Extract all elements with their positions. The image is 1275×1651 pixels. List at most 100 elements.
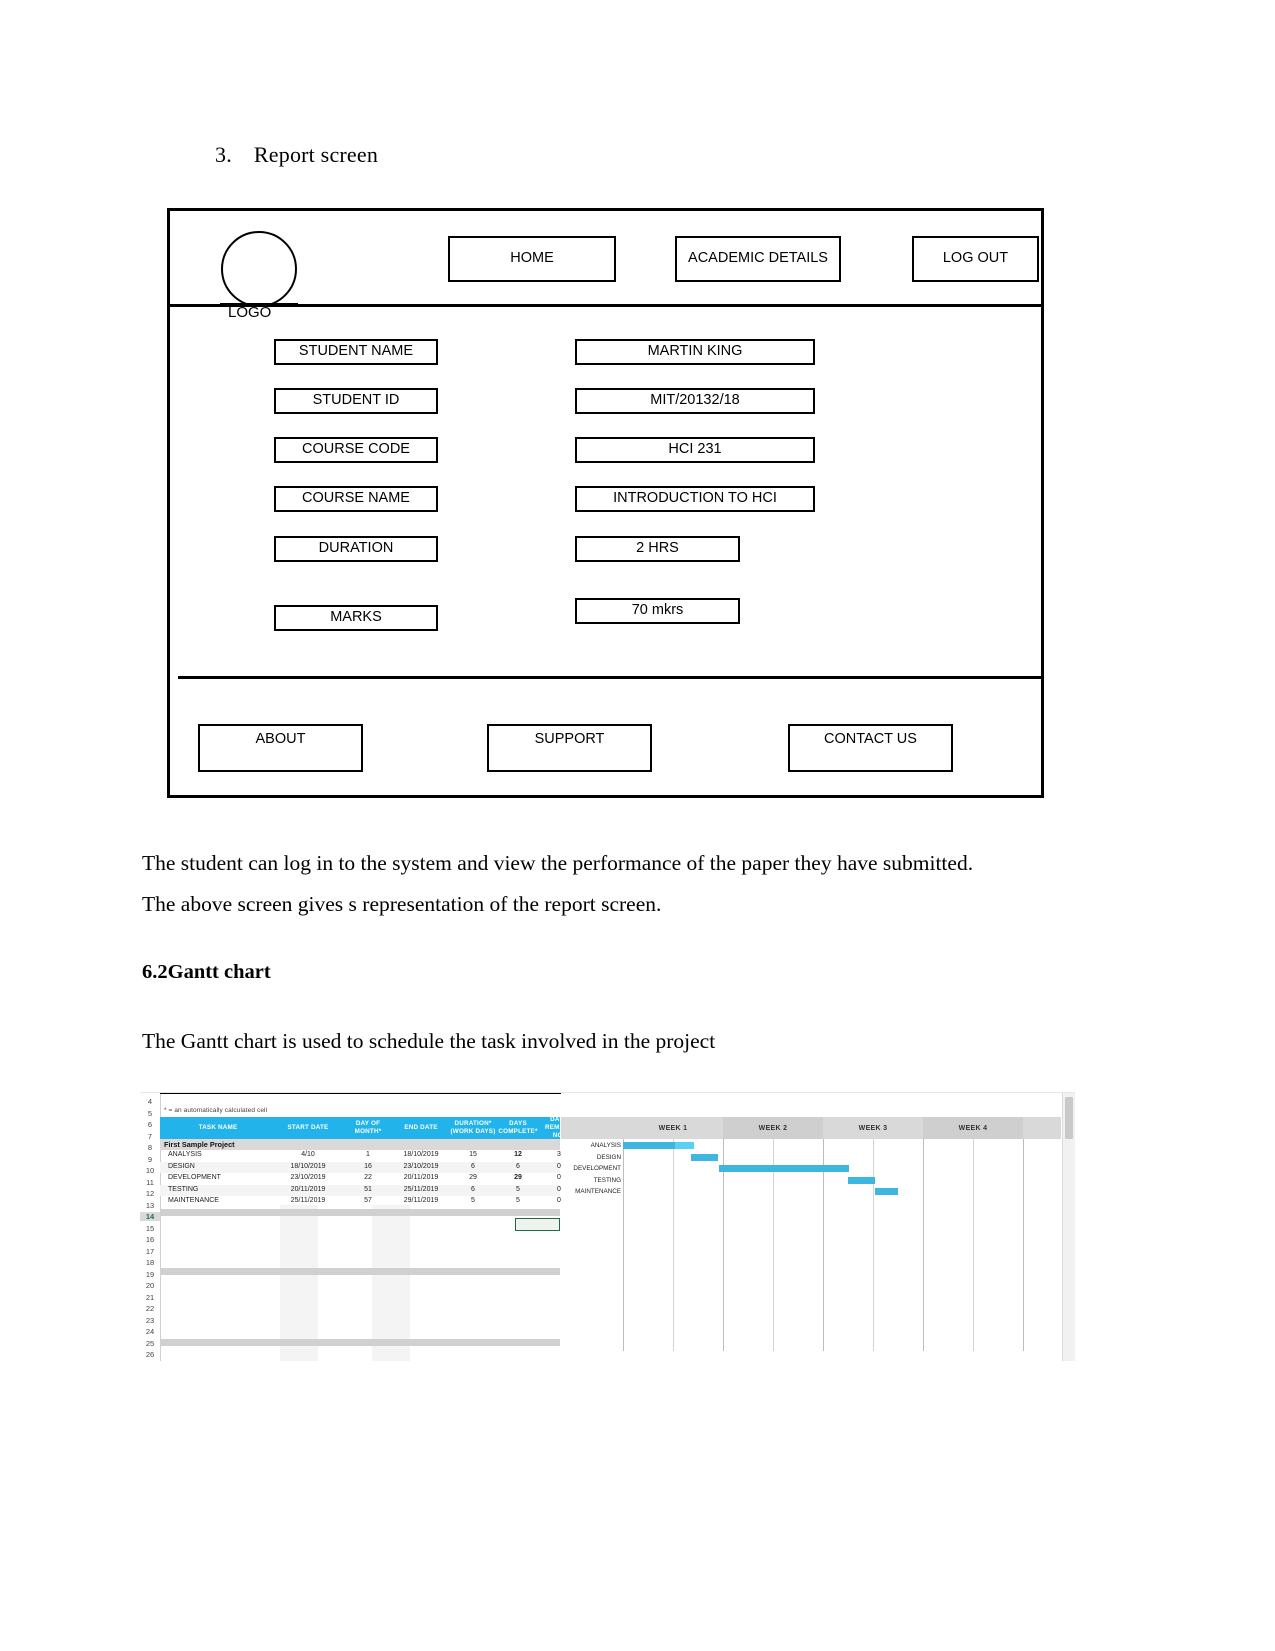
table-cell: 20/11/2019 <box>403 1174 439 1181</box>
row-number[interactable]: 6 <box>140 1120 160 1129</box>
row-number[interactable]: 19 <box>140 1270 160 1279</box>
column-header: DURATION* (WORK DAYS) <box>450 1120 496 1135</box>
row-number[interactable]: 7 <box>140 1132 160 1141</box>
table-cell: TESTING <box>168 1185 199 1193</box>
field-label-course-name: COURSE NAME <box>274 486 438 512</box>
row-number[interactable]: 24 <box>140 1327 160 1336</box>
table-cell: 23/10/2019 <box>290 1174 326 1181</box>
table-cell: 6 <box>471 1185 475 1193</box>
column-header: DAY OF MONTH* <box>354 1120 382 1135</box>
gantt-task-label: MAINTENANCE <box>575 1188 621 1195</box>
table-cell: 4/10 <box>301 1151 315 1158</box>
body-paragraph-2: The above screen gives s representation … <box>142 892 662 916</box>
table-row[interactable]: DESIGN 18/10/2019 16 23/10/2019 6 6 0 <box>160 1161 561 1173</box>
vertical-scrollbar[interactable] <box>1062 1093 1075 1361</box>
table-cell: 23/10/2019 <box>403 1162 439 1170</box>
row-number[interactable]: 17 <box>140 1247 160 1256</box>
row-number[interactable]: 14 <box>140 1212 160 1221</box>
gantt-gridline <box>973 1139 974 1351</box>
table-cell: 1 <box>366 1151 370 1158</box>
field-label-student-name: STUDENT NAME <box>274 339 438 365</box>
row-number[interactable]: 4 <box>140 1097 160 1106</box>
field-label-student-id: STUDENT ID <box>274 388 438 414</box>
row-number[interactable]: 11 <box>140 1178 160 1187</box>
gantt-bar <box>623 1142 694 1149</box>
table-row[interactable]: DEVELOPMENT 23/10/2019 22 20/11/2019 29 29 0 <box>160 1173 561 1185</box>
field-value-marks[interactable]: 70 mkrs <box>575 598 740 624</box>
report-screen-wireframe: LOGO HOME ACADEMIC DETAILS LOG OUT STUDE… <box>167 208 1044 798</box>
scrollbar-thumb[interactable] <box>1065 1097 1073 1139</box>
table-header-row: TASK NAME START DATE DAY OF MONTH* END DATE D… <box>160 1116 573 1139</box>
gantt-gridline <box>673 1139 674 1351</box>
table-cell: 25/11/2019 <box>403 1185 439 1193</box>
column-header: START DATE <box>287 1124 329 1132</box>
field-value-student-id[interactable]: MIT/20132/18 <box>575 388 815 414</box>
section-title: Report screen <box>253 142 379 167</box>
nav-log-out-button[interactable]: LOG OUT <box>912 236 1039 282</box>
table-row[interactable]: MAINTENANCE 25/11/2019 57 29/11/2019 5 5 0 <box>160 1196 561 1208</box>
nav-home-button[interactable]: HOME <box>448 236 616 282</box>
gantt-gridline <box>873 1139 874 1351</box>
table-cell: 18/10/2019 <box>290 1162 326 1170</box>
gantt-chart-pane: WEEK 1 WEEK 2 WEEK 3 WEEK 4 ANALYSIS DESIGN D… <box>561 1093 1075 1361</box>
row-number[interactable]: 25 <box>140 1339 160 1348</box>
row-number[interactable]: 15 <box>140 1224 160 1233</box>
gantt-bar-remaining <box>675 1142 694 1149</box>
gantt-plot-area <box>623 1139 1061 1351</box>
week-header: WEEK 3 <box>858 1124 888 1132</box>
gantt-spreadsheet-screenshot: 4 5 6 7 8 9 10 11 12 13 14 15 16 17 18 19 20 21 22 23 24 25 26… <box>140 1092 1075 1361</box>
document-page: 3. Report screen LOGO HOME ACADEMIC DETAI… <box>0 0 1275 1651</box>
row-number-gutter: 4 5 6 7 8 9 10 11 12 13 14 15 16 17 18 19 20 21 22 23 24 25 26 <box>140 1093 161 1361</box>
wireframe-footer: ABOUT SUPPORT CONTACT US <box>178 682 1041 795</box>
row-number[interactable]: 10 <box>140 1166 160 1175</box>
row-number[interactable]: 22 <box>140 1304 160 1313</box>
column-header: END DATE <box>404 1124 438 1132</box>
week-header: WEEK 1 <box>658 1124 688 1132</box>
row-number[interactable]: 16 <box>140 1235 160 1244</box>
row-number[interactable]: 5 <box>140 1109 160 1118</box>
heading-6-2-gantt-chart: 6.2Gantt chart <box>142 961 271 983</box>
row-number[interactable]: 18 <box>140 1258 160 1267</box>
table-cell: 29 <box>514 1174 522 1181</box>
table-cell: 5 <box>471 1197 475 1204</box>
row-number[interactable]: 12 <box>140 1189 160 1198</box>
row-number[interactable]: 13 <box>140 1201 160 1210</box>
row-number[interactable]: 20 <box>140 1281 160 1290</box>
field-value-course-name[interactable]: INTRODUCTION TO HCI <box>575 486 815 512</box>
table-row[interactable]: ANALYSIS 4/10 1 18/10/2019 15 12 3 <box>160 1150 561 1162</box>
table-cell: DESIGN <box>168 1162 195 1170</box>
footer-contact-us-button[interactable]: CONTACT US <box>788 724 953 772</box>
field-value-duration[interactable]: 2 HRS <box>575 536 740 562</box>
week-header-row: WEEK 1 WEEK 2 WEEK 3 WEEK 4 <box>561 1117 1061 1139</box>
field-value-course-code[interactable]: HCI 231 <box>575 437 815 463</box>
table-row[interactable]: TESTING 20/11/2019 51 25/11/2019 6 5 0 <box>160 1184 561 1196</box>
row-number[interactable]: 26 <box>140 1350 160 1359</box>
gantt-gridline <box>1023 1139 1024 1351</box>
row-number[interactable]: 8 <box>140 1143 160 1152</box>
row-number[interactable]: 9 <box>140 1155 160 1164</box>
selected-cell[interactable] <box>515 1218 560 1231</box>
footer-support-button[interactable]: SUPPORT <box>487 724 652 772</box>
table-cell: MAINTENANCE <box>168 1197 219 1204</box>
body-paragraph-1: The student can log in to the system and… <box>142 851 974 875</box>
gantt-gridline <box>623 1139 624 1351</box>
row-number[interactable]: 23 <box>140 1316 160 1325</box>
table-cell: 6 <box>471 1162 475 1170</box>
column-header: TASK NAME <box>198 1124 238 1132</box>
gantt-gridline <box>923 1139 924 1351</box>
project-title-row: First Sample Project <box>160 1139 560 1150</box>
table-cell: 29/11/2019 <box>403 1197 439 1204</box>
table-cell: 5 <box>516 1185 520 1193</box>
footer-about-button[interactable]: ABOUT <box>198 724 363 772</box>
table-cell: 29 <box>469 1174 477 1181</box>
nav-academic-details-button[interactable]: ACADEMIC DETAILS <box>675 236 841 282</box>
table-cell: 25/11/2019 <box>290 1197 326 1204</box>
gantt-bar <box>875 1188 898 1195</box>
row-number[interactable]: 21 <box>140 1293 160 1302</box>
gantt-task-label: TESTING <box>593 1176 621 1184</box>
field-value-student-name[interactable]: MARTIN KING <box>575 339 815 365</box>
table-cell: 20/11/2019 <box>290 1185 326 1193</box>
empty-column-band-1 <box>280 1205 318 1361</box>
table-cell: 51 <box>364 1185 372 1193</box>
table-cell: 12 <box>514 1151 522 1158</box>
